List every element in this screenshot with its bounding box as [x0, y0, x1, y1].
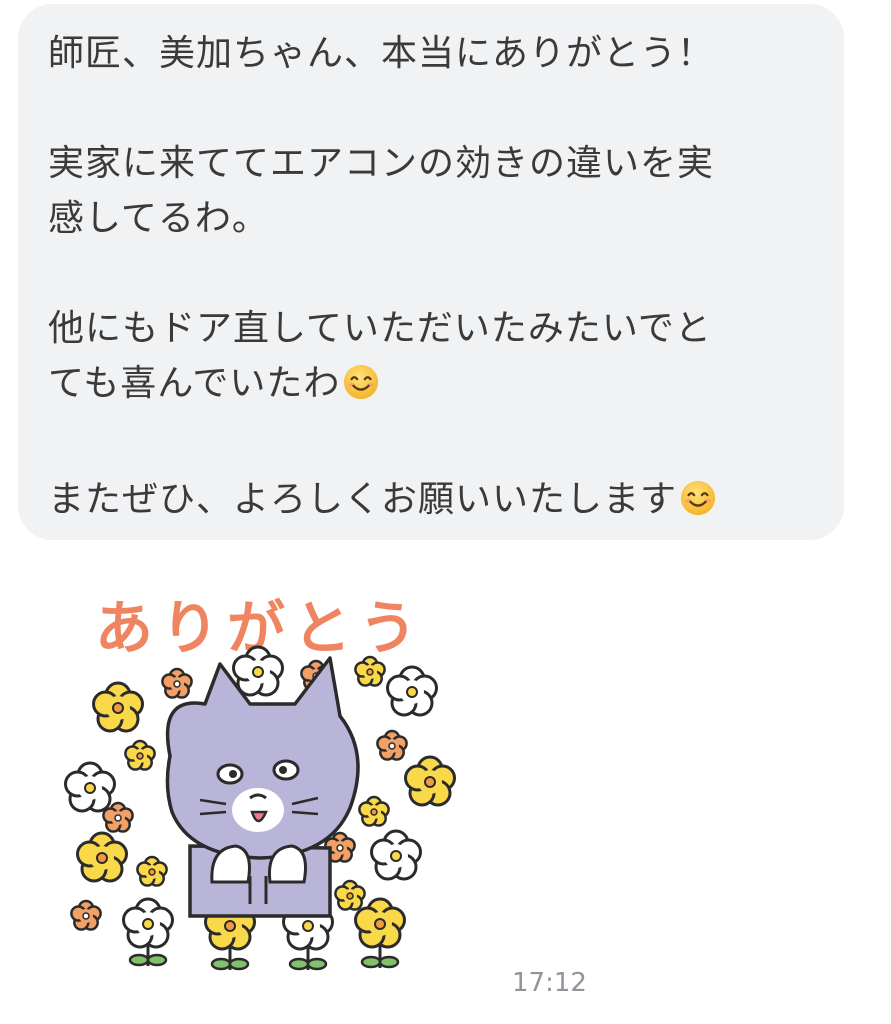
thank-you-cat-sticker[interactable]: ありがとう — [40, 586, 490, 986]
line-break — [48, 417, 814, 472]
message-line-text: またぜひ、よろしくお願いいたします — [48, 479, 678, 520]
bubble-tail — [20, 36, 38, 54]
smiling-face-emoji-icon — [342, 362, 380, 417]
chat-view: 師匠、美加ちゃん、本当にありがとう！ 実家に来ててエアコンの効きの違いを実 感し… — [0, 0, 891, 1024]
message-line-text: ても喜んでいたわ — [48, 363, 341, 404]
message-line: 感してるわ。 — [48, 198, 269, 239]
message-line: 師匠、美加ちゃん、本当にありがとう！ — [48, 33, 715, 74]
line-break — [48, 81, 814, 136]
message-line-with-emoji: またぜひ、よろしくお願いいたします — [48, 472, 814, 533]
message-line: 他にもドア直していただいたみたいでと — [48, 308, 712, 349]
message-line-with-emoji: ても喜んでいたわ — [48, 356, 814, 417]
smiling-face-emoji-icon — [679, 478, 717, 533]
line-break — [48, 246, 814, 301]
message-timestamp: 17:12 — [512, 968, 587, 998]
message-line: 実家に来ててエアコンの効きの違いを実 — [48, 143, 715, 184]
message-bubble[interactable]: 師匠、美加ちゃん、本当にありがとう！ 実家に来ててエアコンの効きの違いを実 感し… — [18, 4, 844, 540]
